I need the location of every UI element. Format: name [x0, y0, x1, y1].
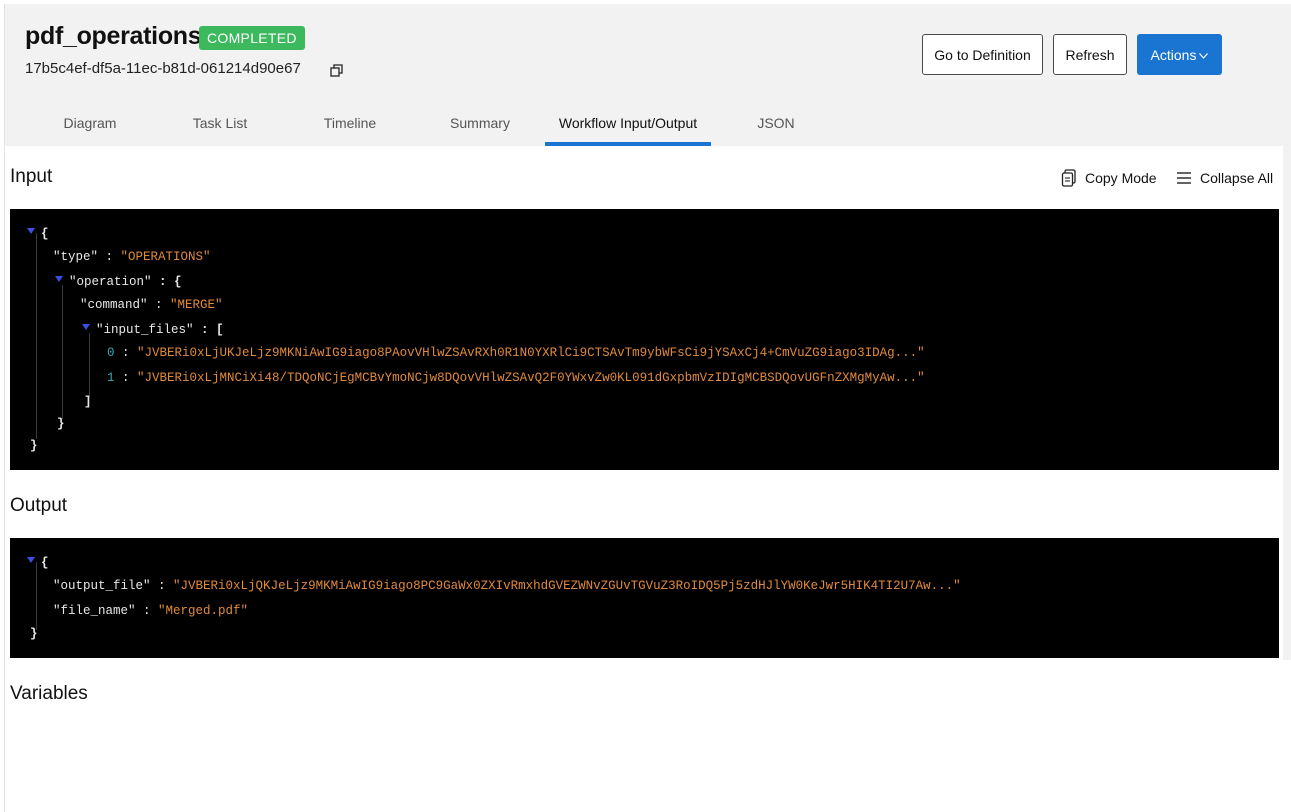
json-value: "JVBERi0xLjMNCiXi48/TDQoNCjEgMCBvYmoNCjw…: [137, 371, 925, 385]
actions-button[interactable]: Actions: [1137, 34, 1222, 75]
collapse-triangle-icon[interactable]: [27, 228, 35, 234]
json-index: 0: [107, 346, 115, 360]
json-row-command: "command" : "MERGE": [80, 298, 223, 312]
collapse-triangle-icon[interactable]: [82, 324, 90, 330]
indent-guide: [89, 333, 90, 397]
tab-json[interactable]: JSON: [741, 100, 811, 146]
menu-lines-icon: [1177, 172, 1191, 184]
json-brace: {: [41, 227, 49, 241]
workflow-id: 17b5c4ef-df5a-11ec-b81d-061214d90e67: [25, 60, 301, 77]
json-bracket: ]: [84, 395, 92, 409]
copy-mode-label: Copy Mode: [1085, 170, 1157, 186]
json-row-operation: "operation" : {: [69, 275, 182, 289]
refresh-button[interactable]: Refresh: [1053, 34, 1127, 75]
json-row-input-files: "input_files" : [: [96, 323, 224, 337]
json-value: "MERGE": [170, 298, 223, 312]
go-to-definition-button[interactable]: Go to Definition: [922, 34, 1043, 75]
scrollbar[interactable]: [1283, 146, 1291, 660]
json-key: "input_files": [96, 323, 194, 337]
json-row-output-file: "output_file" : "JVBERi0xLjQKJeLjz9MKMiA…: [53, 579, 961, 593]
tab-bar: Diagram Task List Timeline Summary Workf…: [5, 100, 1291, 146]
output-section-title: Output: [10, 495, 68, 516]
collapse-all-label: Collapse All: [1200, 170, 1274, 186]
workflow-title: pdf_operations: [25, 22, 202, 50]
collapse-triangle-icon[interactable]: [55, 276, 63, 282]
tab-summary[interactable]: Summary: [429, 100, 531, 146]
json-brace: }: [30, 627, 38, 641]
json-row-file-0: 0 : "JVBERi0xLjUKJeLjz9MKNiAwIG9iago8PAo…: [107, 346, 925, 360]
tab-workflow-input-output[interactable]: Workflow Input/Output: [545, 100, 711, 146]
json-index: 1: [107, 371, 115, 385]
indent-guide: [36, 233, 37, 439]
json-brace: }: [57, 417, 65, 431]
input-section-title: Input: [10, 166, 53, 187]
json-key: "output_file": [53, 579, 151, 593]
input-json-viewer: { "type" : "OPERATIONS" "operation" : { …: [10, 209, 1279, 470]
json-value: "JVBERi0xLjQKJeLjz9MKMiAwIG9iago8PC9GaWx…: [173, 579, 961, 593]
json-row-type: "type" : "OPERATIONS": [53, 250, 211, 264]
copy-icon[interactable]: [330, 64, 344, 78]
json-value: "OPERATIONS": [120, 250, 211, 264]
json-value: "JVBERi0xLjUKJeLjz9MKNiAwIG9iago8PAovVHl…: [137, 346, 925, 360]
json-row-file-name: "file_name" : "Merged.pdf": [53, 604, 249, 618]
output-json-viewer: { "output_file" : "JVBERi0xLjQKJeLjz9MKM…: [10, 538, 1279, 658]
copy-mode-button[interactable]: Copy Mode: [1061, 168, 1157, 188]
collapse-all-button[interactable]: Collapse All: [1176, 168, 1273, 188]
json-key: "type": [53, 250, 99, 264]
workflow-header: pdf_operations COMPLETED 17b5c4ef-df5a-1…: [5, 4, 1291, 146]
tab-diagram[interactable]: Diagram: [39, 100, 141, 146]
status-badge: COMPLETED: [199, 26, 305, 50]
tab-task-list[interactable]: Task List: [169, 100, 271, 146]
json-row-file-1: 1 : "JVBERi0xLjMNCiXi48/TDQoNCjEgMCBvYmo…: [107, 371, 925, 385]
json-key: "command": [80, 298, 148, 312]
json-brace: }: [30, 439, 38, 453]
indent-guide: [62, 285, 63, 419]
indent-guide: [36, 562, 37, 630]
workflow-details-page: pdf_operations COMPLETED 17b5c4ef-df5a-1…: [4, 4, 1291, 812]
chevron-down-icon: [1199, 52, 1209, 59]
collapse-triangle-icon[interactable]: [27, 557, 35, 563]
json-value: "Merged.pdf": [158, 604, 249, 618]
tab-timeline[interactable]: Timeline: [299, 100, 401, 146]
variables-section-title: Variables: [10, 683, 88, 704]
json-brace: {: [41, 556, 49, 570]
document-copy-icon: [1061, 169, 1076, 187]
actions-label: Actions: [1150, 46, 1197, 63]
json-key: "file_name": [53, 604, 136, 618]
json-key: "operation": [69, 275, 152, 289]
